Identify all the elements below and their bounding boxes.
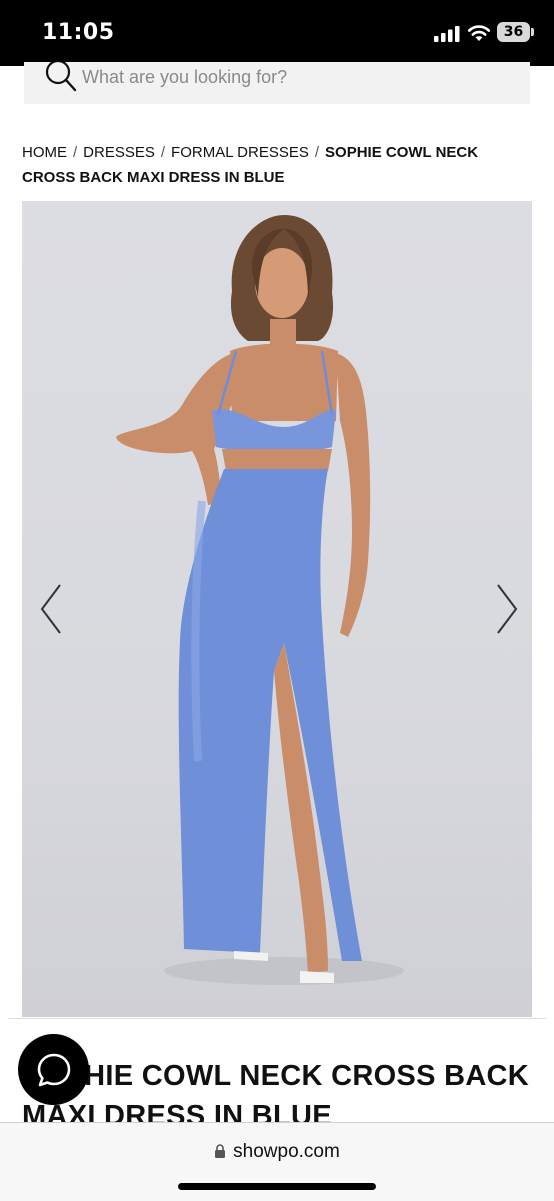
wifi-icon	[467, 25, 491, 41]
breadcrumb-home[interactable]: HOME	[22, 144, 67, 161]
breadcrumb-separator: /	[314, 144, 320, 161]
search-bar[interactable]	[24, 62, 530, 104]
status-time: 11:05	[42, 20, 115, 45]
url-display[interactable]: showpo.com	[0, 1141, 554, 1163]
breadcrumb: HOME / DRESSES / FORMAL DRESSES / SOPHIE COWL …	[22, 140, 532, 190]
chevron-left-icon[interactable]	[36, 581, 68, 637]
breadcrumb-separator: /	[73, 144, 78, 161]
chat-bubble-icon	[37, 1053, 71, 1087]
divider	[8, 1018, 546, 1019]
battery-icon: 36	[497, 22, 530, 42]
battery-tip	[531, 28, 534, 36]
search-input[interactable]	[82, 64, 502, 90]
product-image[interactable]	[22, 201, 532, 1017]
breadcrumb-dresses[interactable]: DRESSES	[83, 144, 155, 161]
url-text: showpo.com	[233, 1141, 340, 1162]
model-photo	[116, 215, 404, 985]
home-indicator	[178, 1183, 376, 1190]
search-icon	[45, 62, 77, 92]
signal-icon	[434, 26, 460, 42]
lock-icon	[215, 1144, 226, 1158]
chat-button[interactable]	[18, 1034, 89, 1105]
browser-url-bar[interactable]: showpo.com	[0, 1122, 554, 1201]
status-bar: 11:05 36	[0, 0, 554, 66]
breadcrumb-formal-dresses[interactable]: FORMAL DRESSES	[171, 144, 309, 161]
breadcrumb-separator: /	[160, 144, 166, 161]
chevron-right-icon[interactable]	[490, 581, 522, 637]
